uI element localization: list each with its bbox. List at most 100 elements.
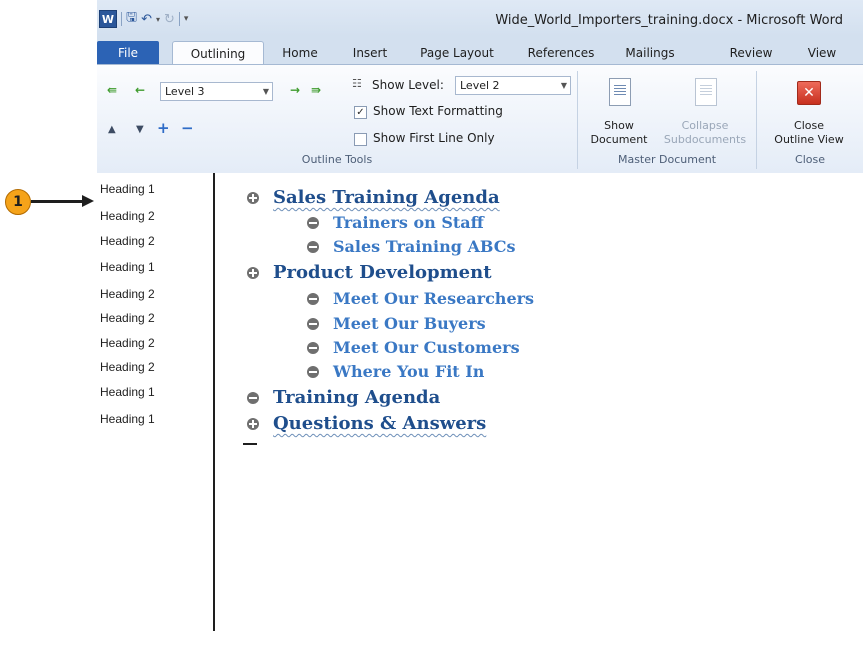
no-subtext-minus-icon[interactable] [307,292,319,305]
collapse-icon[interactable]: − [181,121,194,136]
style-area-item: Heading 1 [100,260,155,274]
show-level-combo[interactable]: Level 2 ▼ [455,76,571,95]
outline-item-level-1[interactable]: Sales Training Agenda [247,187,500,208]
tab-outlining[interactable]: Outlining [172,41,264,65]
close-outline-view-button[interactable]: Close Outline View [761,119,857,147]
collapse-subdocuments-button[interactable]: Collapse Subdocuments [657,119,753,147]
callout-number: 1 [13,194,23,210]
outline-heading-text: Product Development [273,262,492,283]
promote-icon[interactable]: ← [135,83,145,97]
outline-heading-text: Where You Fit In [333,362,485,381]
show-document-label-2: Document [590,133,648,146]
collapse-label-1: Collapse [681,119,729,132]
expand-plus-icon[interactable] [247,417,259,430]
tab-mailings[interactable]: Mailings [617,41,683,64]
tab-insert[interactable]: Insert [341,41,399,64]
show-document-icon[interactable] [609,78,631,106]
outline-item-level-1[interactable]: Questions & Answers [247,413,486,434]
show-document-button[interactable]: Show Document [583,119,655,147]
chevron-down-icon: ▼ [262,87,269,96]
word-app-icon[interactable]: W [99,10,117,28]
close-outline-view-icon[interactable]: ✕ [797,81,821,105]
qat-separator [121,12,122,26]
tab-view[interactable]: View [797,41,847,64]
style-area-item: Heading 1 [100,385,155,399]
outline-heading-text: Training Agenda [273,387,441,408]
title-bar: W 🖫 ↶ ▾ ↻ ▾ Wide_World_Importers_trainin… [97,0,863,36]
tab-file[interactable]: File [97,41,159,64]
style-area-item: Heading 1 [100,182,155,196]
move-up-icon[interactable]: ▲ [108,123,116,137]
master-document-group-label: Master Document [617,153,717,166]
redo-icon[interactable]: ↻ [164,12,175,27]
outline-heading-text: Sales Training ABCs [333,237,516,256]
show-level-value: Level 2 [460,79,500,92]
tab-page-layout[interactable]: Page Layout [412,41,502,64]
customize-icon[interactable]: ▾ [184,14,189,24]
tab-review[interactable]: Review [723,41,779,64]
outline-heading-text: Sales Training Agenda [273,187,500,208]
outline-level-value: Level 3 [165,85,205,98]
style-area-pane: Heading 1 Heading 2 Heading 2 Heading 1 … [97,173,215,631]
outline-item-level-2[interactable]: Meet Our Customers [307,338,520,357]
outline-heading-text: Questions & Answers [273,413,487,434]
outline-item-level-2[interactable]: Meet Our Researchers [307,289,534,308]
show-first-line-only-label: Show First Line Only [373,131,495,145]
show-text-formatting-label: Show Text Formatting [373,104,503,118]
outline-heading-text: Trainers on Staff [333,213,484,232]
end-of-document-marker [243,443,257,445]
style-area-item: Heading 2 [100,287,155,301]
outline-level-combo[interactable]: Level 3 ▼ [160,82,273,101]
collapse-label-2: Subdocuments [663,133,747,146]
style-area-item: Heading 2 [100,311,155,325]
ribbon-tabs: File Outlining Home Insert Page Layout R… [97,36,863,65]
no-subtext-minus-icon[interactable] [247,391,259,404]
close-label-2: Outline View [774,133,844,146]
expand-plus-icon[interactable] [247,266,259,279]
no-subtext-minus-icon[interactable] [307,240,319,253]
style-area-item: Heading 2 [100,234,155,248]
window-title: Wide_World_Importers_training.docx - Mic… [495,13,843,28]
show-first-line-only-checkbox[interactable] [354,133,367,146]
ribbon: ⇚ ← Level 3 ▼ → ⇛ ▲ ▼ + − ☷ Show Level: … [97,64,863,174]
style-area-item: Heading 2 [100,209,155,223]
outline-item-level-2[interactable]: Sales Training ABCs [307,237,515,256]
callout-1-badge: 1 [5,189,31,215]
outline-item-level-1[interactable]: Product Development [247,262,492,283]
no-subtext-minus-icon[interactable] [307,317,319,330]
outline-heading-text: Meet Our Researchers [333,289,535,308]
close-group-label: Close [795,153,825,166]
callout-arrow [31,200,83,203]
outline-item-level-2[interactable]: Trainers on Staff [307,213,484,232]
tab-references[interactable]: References [515,41,607,64]
word-app-letter: W [101,12,115,26]
style-area-item: Heading 2 [100,360,155,374]
no-subtext-minus-icon[interactable] [307,216,319,229]
show-level-label: Show Level: [372,78,444,92]
word-window: W 🖫 ↶ ▾ ↻ ▾ Wide_World_Importers_trainin… [97,0,863,659]
checkmark-icon: ✓ [356,107,365,118]
undo-dropdown-icon[interactable]: ▾ [156,15,160,24]
outline-heading-text: Meet Our Customers [333,338,520,357]
expand-icon[interactable]: + [157,121,170,136]
no-subtext-minus-icon[interactable] [307,341,319,354]
expand-plus-icon[interactable] [247,191,259,204]
tab-home[interactable]: Home [272,41,328,64]
move-down-icon[interactable]: ▼ [136,123,144,137]
collapse-subdocuments-icon [695,78,717,106]
document-area[interactable]: Heading 1 Heading 2 Heading 2 Heading 1 … [97,173,863,659]
show-level-icon: ☷ [352,77,362,90]
outline-item-level-1[interactable]: Training Agenda [247,387,440,408]
promote-to-heading1-icon[interactable]: ⇚ [107,83,117,97]
quick-access-toolbar: W 🖫 ↶ ▾ ↻ ▾ [99,9,188,29]
chevron-down-icon: ▼ [560,81,567,90]
show-text-formatting-checkbox[interactable]: ✓ [354,106,367,119]
save-icon[interactable]: 🖫 [126,8,137,30]
demote-icon[interactable]: → [290,83,300,97]
demote-to-body-text-icon[interactable]: ⇛ [311,83,321,97]
outline-item-level-2[interactable]: Where You Fit In [307,362,484,381]
close-label-1: Close [794,119,824,132]
outline-item-level-2[interactable]: Meet Our Buyers [307,314,486,333]
undo-icon[interactable]: ↶ [141,12,152,27]
no-subtext-minus-icon[interactable] [307,365,319,378]
